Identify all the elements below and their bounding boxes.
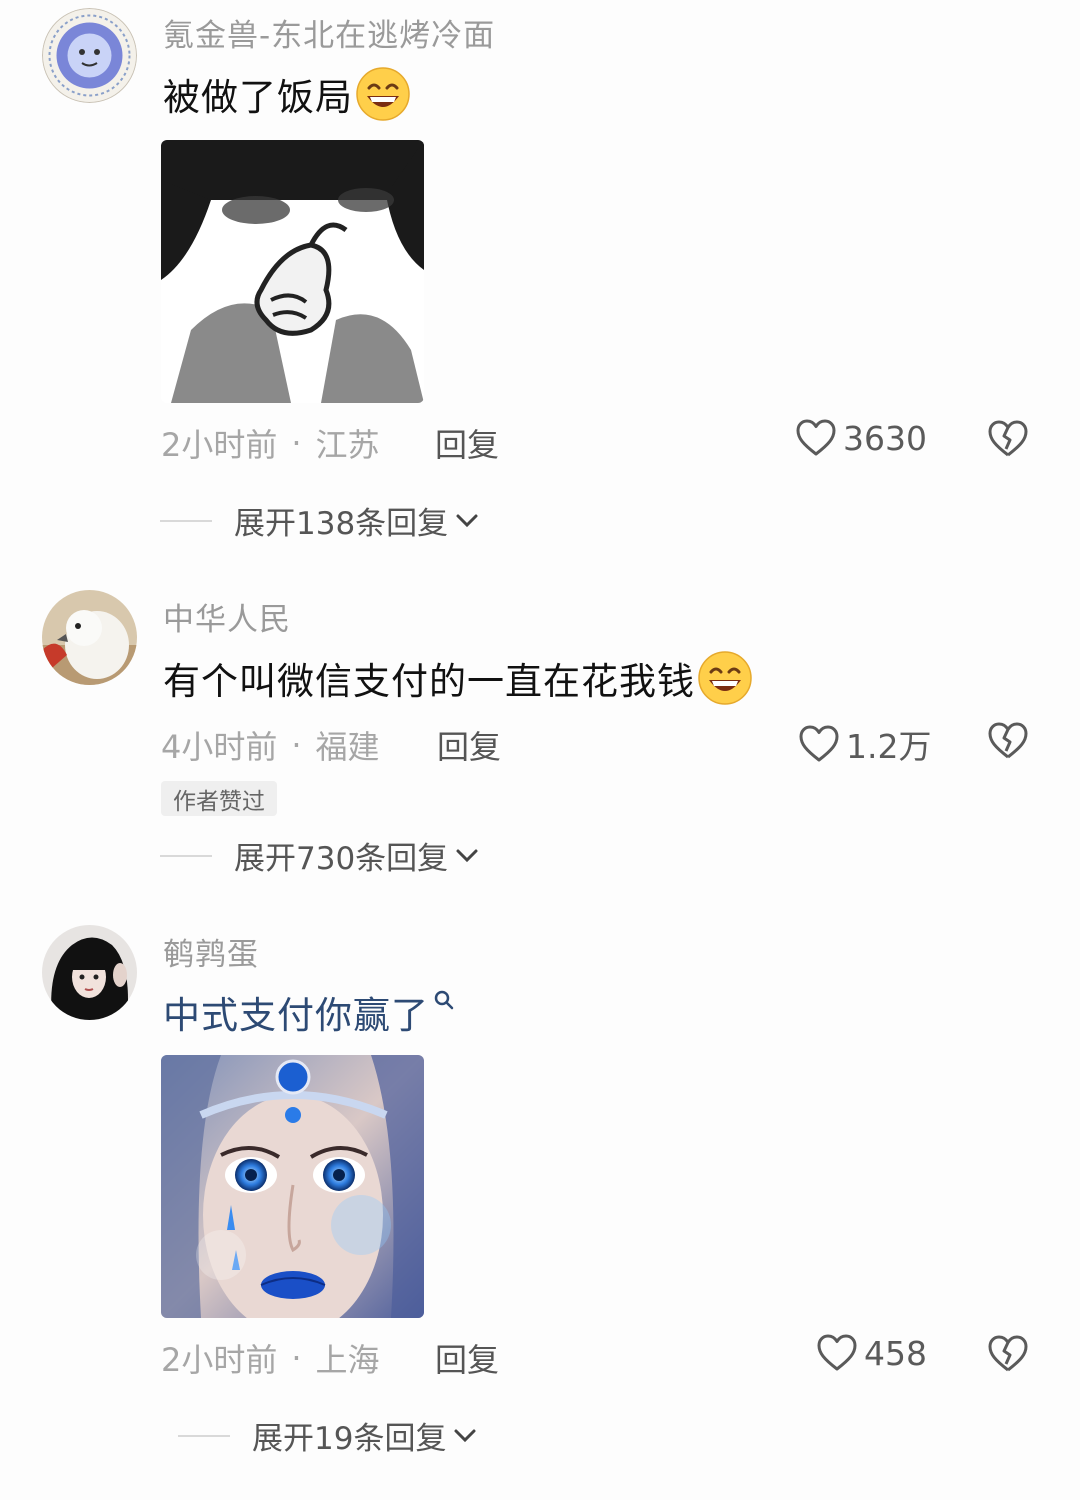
comment-username[interactable]: 鹌鹑蛋 xyxy=(163,929,259,974)
comment-text-body: 被做了饭局 xyxy=(163,76,353,119)
search-icon xyxy=(434,990,454,1010)
like-button[interactable]: 458 xyxy=(816,1333,927,1373)
divider-line xyxy=(160,519,212,522)
comment-time: 4小时前 xyxy=(161,728,278,766)
reply-button[interactable]: 回复 xyxy=(435,1335,499,1381)
comment-location: 福建 xyxy=(315,728,380,766)
divider-line xyxy=(160,854,212,857)
like-count: 3630 xyxy=(843,418,927,458)
heart-icon xyxy=(817,1334,857,1371)
heart-icon xyxy=(796,419,836,456)
divider-line xyxy=(178,1434,230,1437)
dislike-broken-heart-icon[interactable] xyxy=(986,1333,1030,1375)
expand-replies-label: 展开138条回复 xyxy=(234,506,449,542)
reply-button[interactable]: 回复 xyxy=(437,722,501,768)
comment-location: 江苏 xyxy=(315,426,380,464)
avatar[interactable] xyxy=(42,925,137,1020)
reply-button[interactable]: 回复 xyxy=(435,420,499,466)
comment-text-body: 有个叫微信支付的一直在花我钱 xyxy=(163,660,695,703)
expand-replies-button[interactable]: 展开19条回复 xyxy=(178,1413,480,1458)
heart-icon xyxy=(799,725,839,762)
expand-replies-label: 展开730条回复 xyxy=(234,841,449,877)
comment-username[interactable]: 氪金兽-东北在逃烤冷面 xyxy=(163,10,495,55)
like-count: 1.2万 xyxy=(846,727,932,766)
comment-meta: 2小时前 · 上海 xyxy=(161,1335,380,1381)
like-count: 458 xyxy=(864,1333,927,1373)
comment-meta: 2小时前 · 江苏 xyxy=(161,420,380,466)
avatar[interactable] xyxy=(42,590,137,685)
comment-time: 2小时前 xyxy=(161,1341,278,1379)
comment-text: 被做了饭局 xyxy=(163,66,411,122)
meta-separator: · xyxy=(291,1339,302,1377)
expand-replies-button[interactable]: 展开730条回复 xyxy=(160,833,482,878)
dislike-broken-heart-icon[interactable] xyxy=(986,720,1030,762)
grin-emoji-icon xyxy=(356,67,410,121)
comment-text[interactable]: 中式支付你赢了 xyxy=(163,985,455,1039)
author-liked-badge: 作者赞过 xyxy=(161,781,277,816)
comment-time: 2小时前 xyxy=(161,426,278,464)
comment-location: 上海 xyxy=(315,1341,380,1379)
avatar[interactable] xyxy=(42,8,137,103)
comment-image-meme[interactable] xyxy=(161,140,424,403)
grin-emoji-icon xyxy=(698,651,752,705)
chevron-down-icon xyxy=(456,514,478,527)
comment-text-body: 中式支付你赢了 xyxy=(163,994,429,1037)
like-button[interactable]: 3630 xyxy=(795,418,927,458)
comment-image-fantasy-portrait[interactable] xyxy=(161,1055,424,1318)
chevron-down-icon xyxy=(456,849,478,862)
chevron-down-icon xyxy=(454,1429,476,1442)
expand-replies-button[interactable]: 展开138条回复 xyxy=(160,498,482,543)
comment-username[interactable]: 中华人民 xyxy=(163,594,291,639)
like-button[interactable]: 1.2万 xyxy=(798,720,931,768)
comment-meta: 4小时前 · 福建 xyxy=(161,722,380,768)
comment-text: 有个叫微信支付的一直在花我钱 xyxy=(163,650,753,706)
meta-separator: · xyxy=(291,726,302,764)
meta-separator: · xyxy=(291,424,302,462)
expand-replies-label: 展开19条回复 xyxy=(252,1421,447,1457)
dislike-broken-heart-icon[interactable] xyxy=(986,418,1030,460)
